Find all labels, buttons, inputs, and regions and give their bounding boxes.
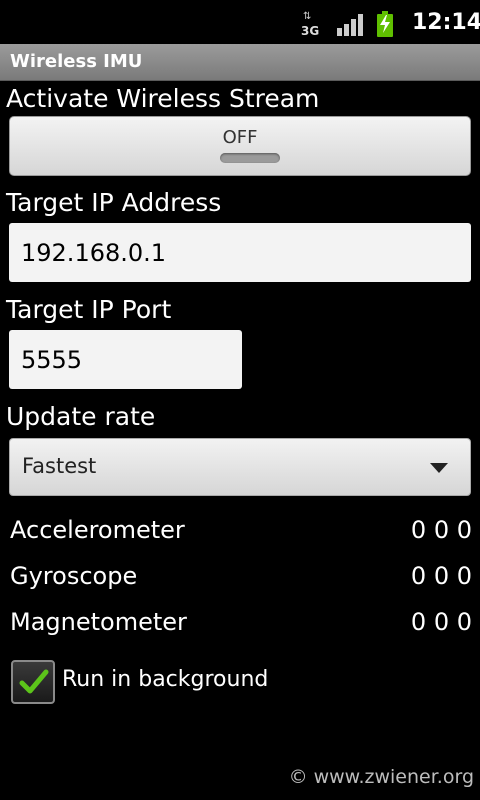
- battery-charging-icon: [377, 11, 393, 37]
- app-title-bar: Wireless IMU: [0, 44, 480, 81]
- network-type-label: 3G: [301, 24, 320, 38]
- toggle-indicator-light: [220, 153, 280, 163]
- sensor-name: Magnetometer: [10, 608, 187, 636]
- update-rate-dropdown[interactable]: Fastest: [9, 438, 471, 496]
- app-title: Wireless IMU: [10, 51, 143, 72]
- target-ip-input[interactable]: [21, 238, 471, 267]
- sensor-values: 0 0 0: [410, 608, 472, 636]
- target-port-input[interactable]: [21, 345, 242, 374]
- stream-toggle-text: OFF: [222, 127, 258, 148]
- clock: 12:14: [412, 10, 480, 35]
- run-in-background-label[interactable]: Run in background: [62, 667, 268, 692]
- target-ip-field[interactable]: [9, 223, 471, 282]
- sensor-name: Accelerometer: [10, 516, 185, 544]
- target-ip-label: Target IP Address: [6, 188, 222, 217]
- sensor-row-gyroscope: Gyroscope 0 0 0: [10, 562, 472, 596]
- sensor-row-accelerometer: Accelerometer 0 0 0: [10, 516, 472, 550]
- stream-toggle-button[interactable]: OFF: [9, 116, 471, 176]
- checkmark-icon: [19, 669, 49, 694]
- dropdown-arrow-icon: [430, 463, 448, 473]
- sensor-values: 0 0 0: [410, 516, 472, 544]
- sensor-name: Gyroscope: [10, 562, 138, 590]
- update-rate-label: Update rate: [6, 402, 156, 431]
- target-port-field[interactable]: [9, 330, 242, 389]
- sensor-row-magnetometer: Magnetometer 0 0 0: [10, 608, 472, 642]
- stream-label: Activate Wireless Stream: [6, 84, 320, 113]
- update-rate-selected: Fastest: [22, 454, 97, 478]
- sensor-values: 0 0 0: [410, 562, 472, 590]
- run-in-background-checkbox[interactable]: [11, 660, 55, 704]
- copyright-footer: © www.zwiener.org: [288, 766, 474, 788]
- signal-strength-icon: [337, 14, 363, 36]
- 3g-data-icon: ⇅ 3G: [300, 11, 322, 39]
- data-arrows-icon: ⇅: [303, 11, 311, 22]
- status-bar: ⇅ 3G 12:14: [0, 0, 480, 50]
- target-port-label: Target IP Port: [6, 295, 172, 324]
